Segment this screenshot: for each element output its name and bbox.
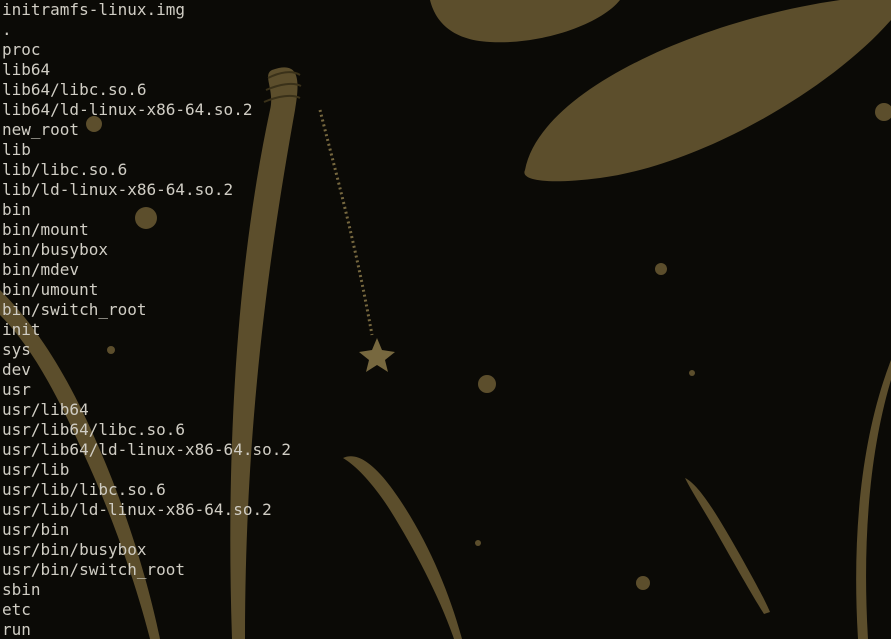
wallpaper-right-arc bbox=[856, 360, 891, 639]
wallpaper-dot bbox=[475, 540, 481, 546]
terminal-output-line: etc bbox=[2, 600, 31, 619]
terminal-output-line: lib/ld-linux-x86-64.so.2 bbox=[2, 180, 234, 199]
terminal-output-line: proc bbox=[2, 40, 41, 59]
terminal-output-line: usr/bin bbox=[2, 520, 70, 539]
terminal-output-line: . bbox=[2, 20, 12, 39]
terminal-output-line: usr bbox=[2, 380, 31, 399]
wallpaper-dot bbox=[689, 370, 695, 376]
terminal-output-line: lib bbox=[2, 140, 31, 159]
terminal-output-line: init bbox=[2, 320, 41, 339]
terminal-output-line: usr/lib/ld-linux-x86-64.so.2 bbox=[2, 500, 272, 519]
terminal-output-line: usr/lib64 bbox=[2, 400, 89, 419]
terminal-output-line: sbin bbox=[2, 580, 41, 599]
terminal-output-line: lib64/libc.so.6 bbox=[2, 80, 147, 99]
wallpaper-dot bbox=[655, 263, 667, 275]
terminal-output-line: run bbox=[2, 620, 31, 639]
terminal-output-line: bin/mount bbox=[2, 220, 89, 239]
wallpaper-top-blob bbox=[430, 0, 620, 43]
terminal-output-line: lib64 bbox=[2, 60, 51, 79]
terminal-output-line: usr/lib/libc.so.6 bbox=[2, 480, 166, 499]
terminal-output-line: lib64/ld-linux-x86-64.so.2 bbox=[2, 100, 253, 119]
terminal-output-line: new_root bbox=[2, 120, 80, 139]
terminal-output-line: usr/bin/switch_root bbox=[2, 560, 186, 579]
terminal-output-line: bin bbox=[2, 200, 31, 219]
wallpaper-lower-streak bbox=[343, 456, 462, 639]
terminal-output-line: bin/switch_root bbox=[2, 300, 147, 319]
terminal-output: initramfs-linux.img. proc lib64 lib64/libc.… bbox=[2, 0, 291, 639]
terminal-output-line: usr/lib bbox=[2, 460, 70, 479]
terminal-output-line: initramfs-linux.img bbox=[2, 0, 186, 19]
wallpaper-dot bbox=[478, 375, 496, 393]
terminal-output-line: usr/lib64/libc.so.6 bbox=[2, 420, 186, 439]
wallpaper-dot bbox=[875, 103, 891, 121]
terminal-output-line: lib/libc.so.6 bbox=[2, 160, 128, 179]
wallpaper-dot bbox=[636, 576, 650, 590]
terminal-output-line: usr/bin/busybox bbox=[2, 540, 147, 559]
wallpaper-right-streak bbox=[685, 478, 770, 614]
terminal-output-line: usr/lib64/ld-linux-x86-64.so.2 bbox=[2, 440, 291, 459]
wallpaper-star bbox=[359, 338, 395, 372]
terminal-output-line: bin/umount bbox=[2, 280, 99, 299]
terminal-output-line: dev bbox=[2, 360, 31, 379]
terminal-output-line: bin/mdev bbox=[2, 260, 80, 279]
wallpaper-leaf-shape bbox=[524, 0, 891, 182]
terminal-window[interactable]: initramfs-linux.img. proc lib64 lib64/libc.… bbox=[0, 0, 891, 639]
terminal-output-line: bin/busybox bbox=[2, 240, 108, 259]
wallpaper-dotted-line bbox=[318, 109, 374, 336]
terminal-output-line: sys bbox=[2, 340, 31, 359]
